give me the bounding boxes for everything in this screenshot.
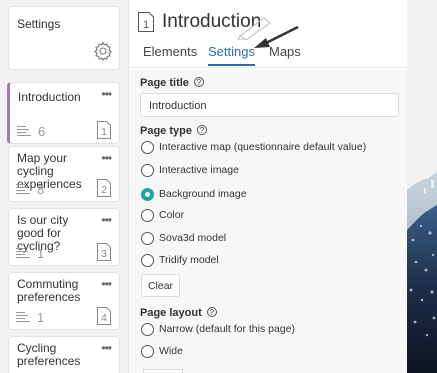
page-card-map-your-cycling[interactable]: Map your cycling experiences ••• 8 2 <box>8 146 120 202</box>
radio-label: Tridify model <box>159 254 219 266</box>
page-number-icon: 3 <box>97 243 111 261</box>
page-card-is-our-city-good[interactable]: Is our city good for cycling? ••• 1 3 <box>8 208 120 266</box>
more-options-icon[interactable]: ••• <box>101 87 112 101</box>
page-card-title: Commuting preferences <box>17 277 81 304</box>
radio-circle-selected[interactable] <box>141 188 154 201</box>
radio-label: Sova3d model <box>159 232 227 244</box>
lines-icon <box>16 312 30 322</box>
page-title-label: Page title? <box>140 77 204 89</box>
radio-label: Interactive image <box>159 164 239 176</box>
background-image-preview <box>407 0 437 373</box>
tab-maps[interactable]: Maps <box>269 44 301 59</box>
page-number: 1 <box>101 127 107 138</box>
page-sidebar: Settings Introduction ••• 6 1 Map your c… <box>0 0 126 373</box>
page-editor: 1 Introduction Elements Settings Maps Pa… <box>128 0 408 373</box>
page-card-introduction[interactable]: Introduction ••• 6 1 <box>7 82 120 144</box>
page-title-input[interactable]: Introduction <box>140 93 399 117</box>
page-card-commuting-preferences[interactable]: Commuting preferences ••• 1 4 <box>8 272 120 330</box>
radio-label: Wide <box>159 345 183 357</box>
radio-circle[interactable] <box>141 345 154 358</box>
radio-label: Narrow (default for this page) <box>159 323 295 335</box>
page-number-icon: 1 <box>97 121 111 139</box>
section-count: 6 <box>38 124 46 139</box>
page-layout-label: Page layout? <box>140 307 217 319</box>
page-type-label-text: Page type <box>140 125 192 137</box>
radio-circle[interactable] <box>141 254 154 267</box>
help-icon[interactable]: ? <box>193 77 204 87</box>
clear-button[interactable]: Clear <box>141 274 180 297</box>
page-card-title: Cycling preferences <box>17 341 81 368</box>
gear-icon <box>94 41 112 61</box>
section-count: 8 <box>37 182 45 197</box>
settings-form: Page title? Introduction Page type? Inte… <box>129 69 408 373</box>
page-title-label-text: Page title <box>140 77 189 89</box>
radio-circle[interactable] <box>141 232 154 245</box>
more-options-icon[interactable]: ••• <box>101 277 112 291</box>
more-options-icon[interactable]: ••• <box>101 341 112 355</box>
section-count: 1 <box>37 246 45 261</box>
radio-label: Background image <box>159 188 247 200</box>
page-number-icon: 2 <box>97 179 111 197</box>
section-count: 1 <box>37 310 45 325</box>
help-icon[interactable]: ? <box>196 125 207 135</box>
radio-circle[interactable] <box>141 209 154 222</box>
tab-elements[interactable]: Elements <box>143 44 197 59</box>
next-control-partial[interactable] <box>143 369 183 373</box>
page-card-cycling-preferences[interactable]: Cycling preferences ••• <box>8 336 120 373</box>
crowd-photo-image <box>407 0 437 373</box>
page-number: 2 <box>101 185 107 196</box>
lines-icon <box>17 126 31 136</box>
page-card-title: Introduction <box>18 90 81 104</box>
radio-circle[interactable] <box>141 323 154 336</box>
help-icon[interactable]: ? <box>206 307 217 317</box>
tab-settings[interactable]: Settings <box>208 44 255 66</box>
settings-card-title: Settings <box>17 17 61 31</box>
page-number: 3 <box>101 249 107 260</box>
radio-label: Interactive map (questionnaire default v… <box>159 141 367 153</box>
settings-card[interactable]: Settings <box>8 6 120 70</box>
page-layout-label-text: Page layout <box>140 307 202 319</box>
more-options-icon[interactable]: ••• <box>101 151 112 165</box>
more-options-icon[interactable]: ••• <box>101 213 112 227</box>
radio-label: Color <box>159 209 185 221</box>
page-number: 1 <box>142 19 150 31</box>
radio-circle[interactable] <box>141 164 154 177</box>
editor-header: 1 Introduction Elements Settings Maps <box>129 0 408 68</box>
lines-icon <box>16 248 30 258</box>
radio-circle[interactable] <box>141 141 154 154</box>
lines-icon <box>16 184 30 194</box>
page-number-icon: 1 <box>138 12 154 32</box>
page-number: 4 <box>101 313 107 324</box>
page-number-icon: 4 <box>97 307 111 325</box>
page-type-label: Page type? <box>140 125 207 137</box>
